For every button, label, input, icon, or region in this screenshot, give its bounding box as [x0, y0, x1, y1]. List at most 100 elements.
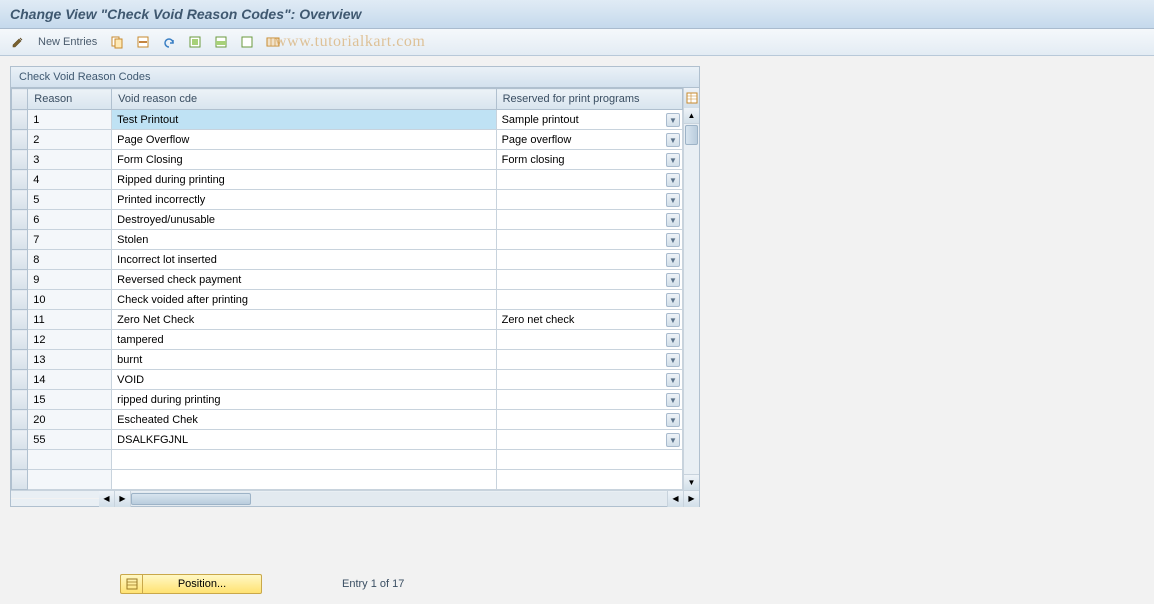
cell-void-reason[interactable]: Incorrect lot inserted — [112, 250, 496, 270]
row-selector[interactable] — [12, 230, 28, 250]
cell-reason[interactable]: 4 — [28, 170, 112, 190]
row-selector[interactable] — [12, 150, 28, 170]
row-selector[interactable] — [12, 110, 28, 130]
row-selector[interactable] — [12, 250, 28, 270]
cell-reason[interactable] — [28, 450, 112, 470]
table-row[interactable]: 14VOID▼ — [12, 370, 683, 390]
cell-void-reason[interactable]: Escheated Chek — [112, 410, 496, 430]
column-header-reserved[interactable]: Reserved for print programs — [496, 89, 682, 110]
row-selector[interactable] — [12, 410, 28, 430]
row-selector[interactable] — [12, 390, 28, 410]
table-row[interactable]: 12tampered▼ — [12, 330, 683, 350]
table-configure-icon[interactable] — [683, 88, 699, 108]
delete-icon[interactable] — [133, 33, 153, 51]
table-settings-icon[interactable] — [263, 33, 283, 51]
dropdown-arrow-icon[interactable]: ▼ — [666, 253, 680, 267]
cell-reason[interactable] — [28, 470, 112, 490]
table-row[interactable]: 6Destroyed/unusable▼ — [12, 210, 683, 230]
table-row[interactable]: 55DSALKFGJNL▼ — [12, 430, 683, 450]
cell-reserved[interactable]: ▼ — [496, 190, 682, 210]
row-selector[interactable] — [12, 350, 28, 370]
dropdown-arrow-icon[interactable]: ▼ — [666, 213, 680, 227]
undo-change-icon[interactable] — [159, 33, 179, 51]
cell-reserved[interactable]: Form closing▼ — [496, 150, 682, 170]
table-row[interactable]: 4Ripped during printing ▼ — [12, 170, 683, 190]
hscroll-track[interactable] — [131, 492, 667, 506]
cell-reason[interactable]: 20 — [28, 410, 112, 430]
cell-reserved[interactable] — [496, 470, 682, 490]
row-selector[interactable] — [12, 370, 28, 390]
row-selector[interactable] — [12, 450, 28, 470]
scroll-left-step-icon[interactable]: ▶ — [115, 491, 131, 507]
horizontal-scrollbar[interactable]: ◀ ▶ ◀ ▶ — [11, 490, 699, 506]
cell-reason[interactable]: 8 — [28, 250, 112, 270]
cell-reserved[interactable]: ▼ — [496, 210, 682, 230]
table-row[interactable]: 2Page OverflowPage overflow▼ — [12, 130, 683, 150]
dropdown-arrow-icon[interactable]: ▼ — [666, 313, 680, 327]
copy-as-icon[interactable] — [107, 33, 127, 51]
scroll-thumb[interactable] — [685, 125, 698, 145]
position-button[interactable]: Position... — [120, 574, 262, 594]
scroll-right-step-icon[interactable]: ◀ — [667, 491, 683, 507]
scroll-down-icon[interactable]: ▼ — [684, 474, 699, 490]
vertical-scrollbar[interactable]: ▲ ▼ — [683, 108, 699, 490]
dropdown-arrow-icon[interactable]: ▼ — [666, 153, 680, 167]
table-row[interactable]: 11Zero Net CheckZero net check▼ — [12, 310, 683, 330]
row-selector[interactable] — [12, 270, 28, 290]
table-row[interactable] — [12, 470, 683, 490]
select-block-icon[interactable] — [211, 33, 231, 51]
row-selector-header[interactable] — [12, 89, 28, 110]
cell-void-reason[interactable]: burnt — [112, 350, 496, 370]
cell-void-reason[interactable]: Stolen — [112, 230, 496, 250]
cell-reason[interactable]: 12 — [28, 330, 112, 350]
table-row[interactable]: 20Escheated Chek ▼ — [12, 410, 683, 430]
deselect-all-icon[interactable] — [237, 33, 257, 51]
dropdown-arrow-icon[interactable]: ▼ — [666, 413, 680, 427]
cell-reason[interactable]: 11 — [28, 310, 112, 330]
cell-reason[interactable]: 55 — [28, 430, 112, 450]
cell-reason[interactable]: 2 — [28, 130, 112, 150]
cell-reason[interactable]: 13 — [28, 350, 112, 370]
dropdown-arrow-icon[interactable]: ▼ — [666, 173, 680, 187]
row-selector[interactable] — [12, 470, 28, 490]
cell-reserved[interactable]: ▼ — [496, 390, 682, 410]
cell-reserved[interactable]: ▼ — [496, 410, 682, 430]
cell-reserved[interactable]: ▼ — [496, 270, 682, 290]
cell-void-reason[interactable]: Reversed check payment — [112, 270, 496, 290]
dropdown-arrow-icon[interactable]: ▼ — [666, 193, 680, 207]
dropdown-arrow-icon[interactable]: ▼ — [666, 133, 680, 147]
cell-reserved[interactable] — [496, 450, 682, 470]
cell-reason[interactable]: 15 — [28, 390, 112, 410]
cell-reason[interactable]: 10 — [28, 290, 112, 310]
cell-reason[interactable]: 1 — [28, 110, 112, 130]
cell-void-reason[interactable]: Test Printout — [112, 110, 496, 130]
row-selector[interactable] — [12, 290, 28, 310]
dropdown-arrow-icon[interactable]: ▼ — [666, 353, 680, 367]
cell-reserved[interactable]: ▼ — [496, 350, 682, 370]
cell-reserved[interactable]: ▼ — [496, 230, 682, 250]
table-row[interactable]: 9Reversed check payment▼ — [12, 270, 683, 290]
table-row[interactable]: 13burnt ▼ — [12, 350, 683, 370]
select-all-icon[interactable] — [185, 33, 205, 51]
dropdown-arrow-icon[interactable]: ▼ — [666, 433, 680, 447]
cell-void-reason[interactable]: Check voided after printing — [112, 290, 496, 310]
row-selector[interactable] — [12, 170, 28, 190]
dropdown-arrow-icon[interactable]: ▼ — [666, 393, 680, 407]
table-row[interactable]: 5Printed incorrectly▼ — [12, 190, 683, 210]
dropdown-arrow-icon[interactable]: ▼ — [666, 233, 680, 247]
cell-void-reason[interactable]: VOID — [112, 370, 496, 390]
toggle-display-change-icon[interactable] — [8, 33, 28, 51]
cell-reserved[interactable]: Sample printout▼ — [496, 110, 682, 130]
scroll-up-icon[interactable]: ▲ — [684, 108, 699, 124]
cell-reserved[interactable]: ▼ — [496, 170, 682, 190]
dropdown-arrow-icon[interactable]: ▼ — [666, 373, 680, 387]
cell-reason[interactable]: 3 — [28, 150, 112, 170]
cell-reason[interactable]: 6 — [28, 210, 112, 230]
row-selector[interactable] — [12, 310, 28, 330]
row-selector[interactable] — [12, 330, 28, 350]
table-row[interactable]: 3Form ClosingForm closing▼ — [12, 150, 683, 170]
cell-reserved[interactable]: ▼ — [496, 370, 682, 390]
cell-reserved[interactable]: ▼ — [496, 430, 682, 450]
row-selector[interactable] — [12, 130, 28, 150]
cell-void-reason[interactable]: Ripped during printing — [112, 170, 496, 190]
